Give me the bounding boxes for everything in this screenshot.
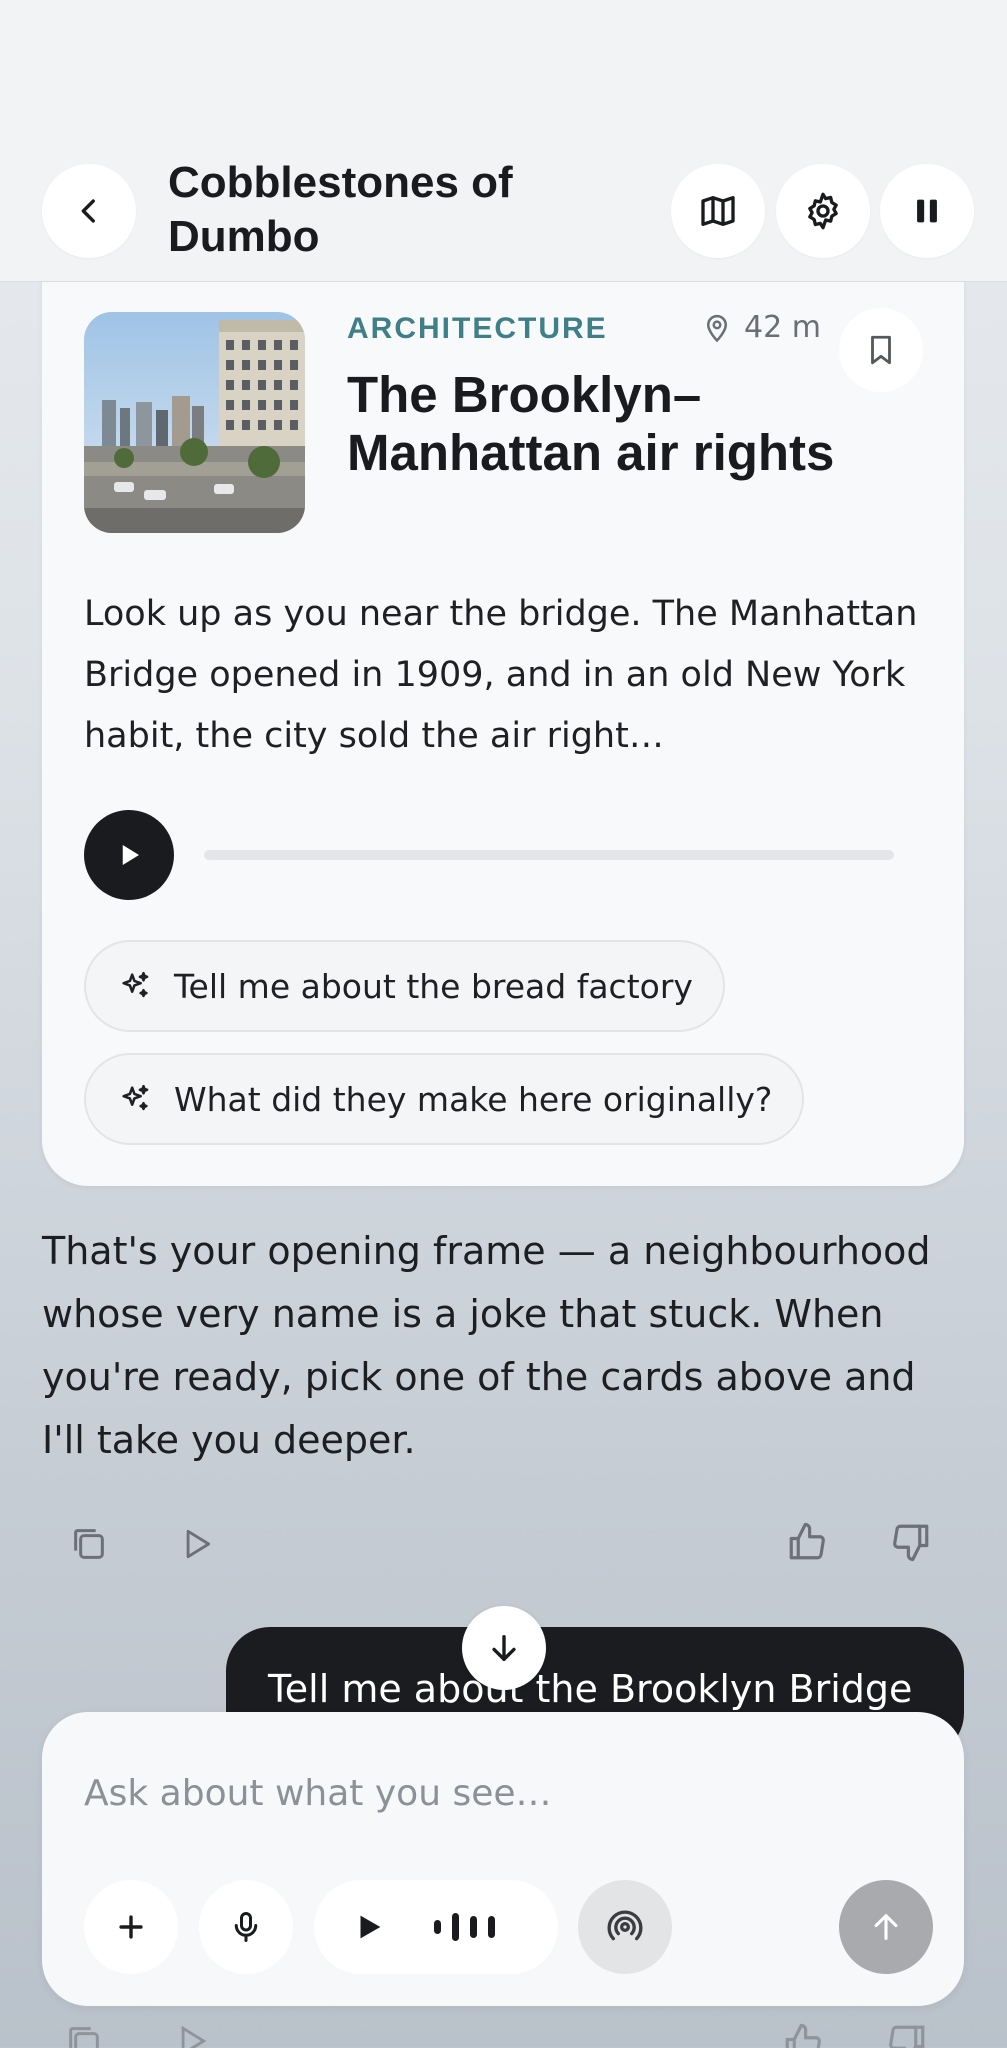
map-icon (701, 196, 735, 226)
thumbs-down-button[interactable] (884, 1515, 938, 1569)
suggestion-label: Tell me about the bread factory (174, 966, 693, 1006)
sparkle-icon (122, 1084, 149, 1111)
poi-category: ARCHITECTURE (347, 312, 608, 345)
poi-thumbnail (84, 312, 305, 533)
microphone-button[interactable] (199, 1880, 293, 1974)
bookmark-icon (871, 335, 891, 365)
read-aloud-button[interactable] (169, 1517, 223, 1571)
arrow-up-icon (874, 1914, 898, 1940)
live-audio-button[interactable] (578, 1880, 672, 1974)
thumbs-up-icon (789, 1522, 825, 1560)
sparkle-icon (122, 971, 149, 998)
copy-icon (74, 1529, 104, 1559)
map-button[interactable] (671, 164, 765, 258)
audio-progress-bar[interactable] (204, 850, 894, 860)
thumbs-down-icon (893, 1524, 929, 1562)
voice-mode-toggle[interactable] (314, 1880, 558, 1974)
thumbs-up-icon (782, 2022, 836, 2048)
play-icon (360, 1915, 381, 1939)
composer (42, 1712, 964, 2006)
page-title: Cobblestones of Dumbo (168, 158, 513, 261)
suggestion-label: What did they make here originally? (174, 1079, 773, 1119)
copy-icon (64, 2022, 118, 2048)
pause-button[interactable] (880, 164, 974, 258)
gear-icon (808, 192, 838, 230)
chevron-left-icon (81, 199, 95, 223)
distance-value: 42 m (744, 310, 821, 345)
poi-title: The Brooklyn–Manhattan air rights (347, 366, 835, 481)
play-outline-icon (186, 1529, 211, 1559)
play-icon (122, 845, 139, 865)
suggestion-chip[interactable]: Tell me about the bread factory (84, 940, 725, 1032)
scroll-to-bottom-button[interactable] (462, 1606, 546, 1690)
arrow-down-icon (492, 1634, 516, 1662)
settings-button[interactable] (776, 164, 870, 258)
waveform-icon (434, 1913, 495, 1941)
poi-distance: 42 m (702, 310, 821, 345)
send-button[interactable] (839, 1880, 933, 1974)
top-bar: Cobblestones of Dumbo (0, 0, 1007, 282)
attach-button[interactable] (84, 1880, 178, 1974)
location-pin-icon (706, 314, 728, 342)
plus-icon (119, 1915, 143, 1939)
microphone-icon (234, 1912, 258, 1942)
message-input[interactable] (84, 1768, 904, 1818)
copy-button[interactable] (62, 1517, 116, 1571)
broadcast-icon (607, 1910, 643, 1941)
assistant-message: That's your opening frame — a neighbourh… (42, 1229, 931, 1462)
pause-icon (917, 199, 937, 223)
thumbs-up-button[interactable] (780, 1515, 834, 1569)
poi-card: ARCHITECTURE 42 m The Brooklyn–Manhattan… (42, 258, 964, 1186)
thumbs-down-icon (886, 2022, 940, 2048)
poi-description: Look up as you near the bridge. The Manh… (84, 594, 918, 756)
play-audio-button[interactable] (84, 810, 174, 900)
play-outline-icon (172, 2022, 226, 2048)
back-button[interactable] (42, 164, 136, 258)
suggestion-chip[interactable]: What did they make here originally? (84, 1053, 805, 1145)
